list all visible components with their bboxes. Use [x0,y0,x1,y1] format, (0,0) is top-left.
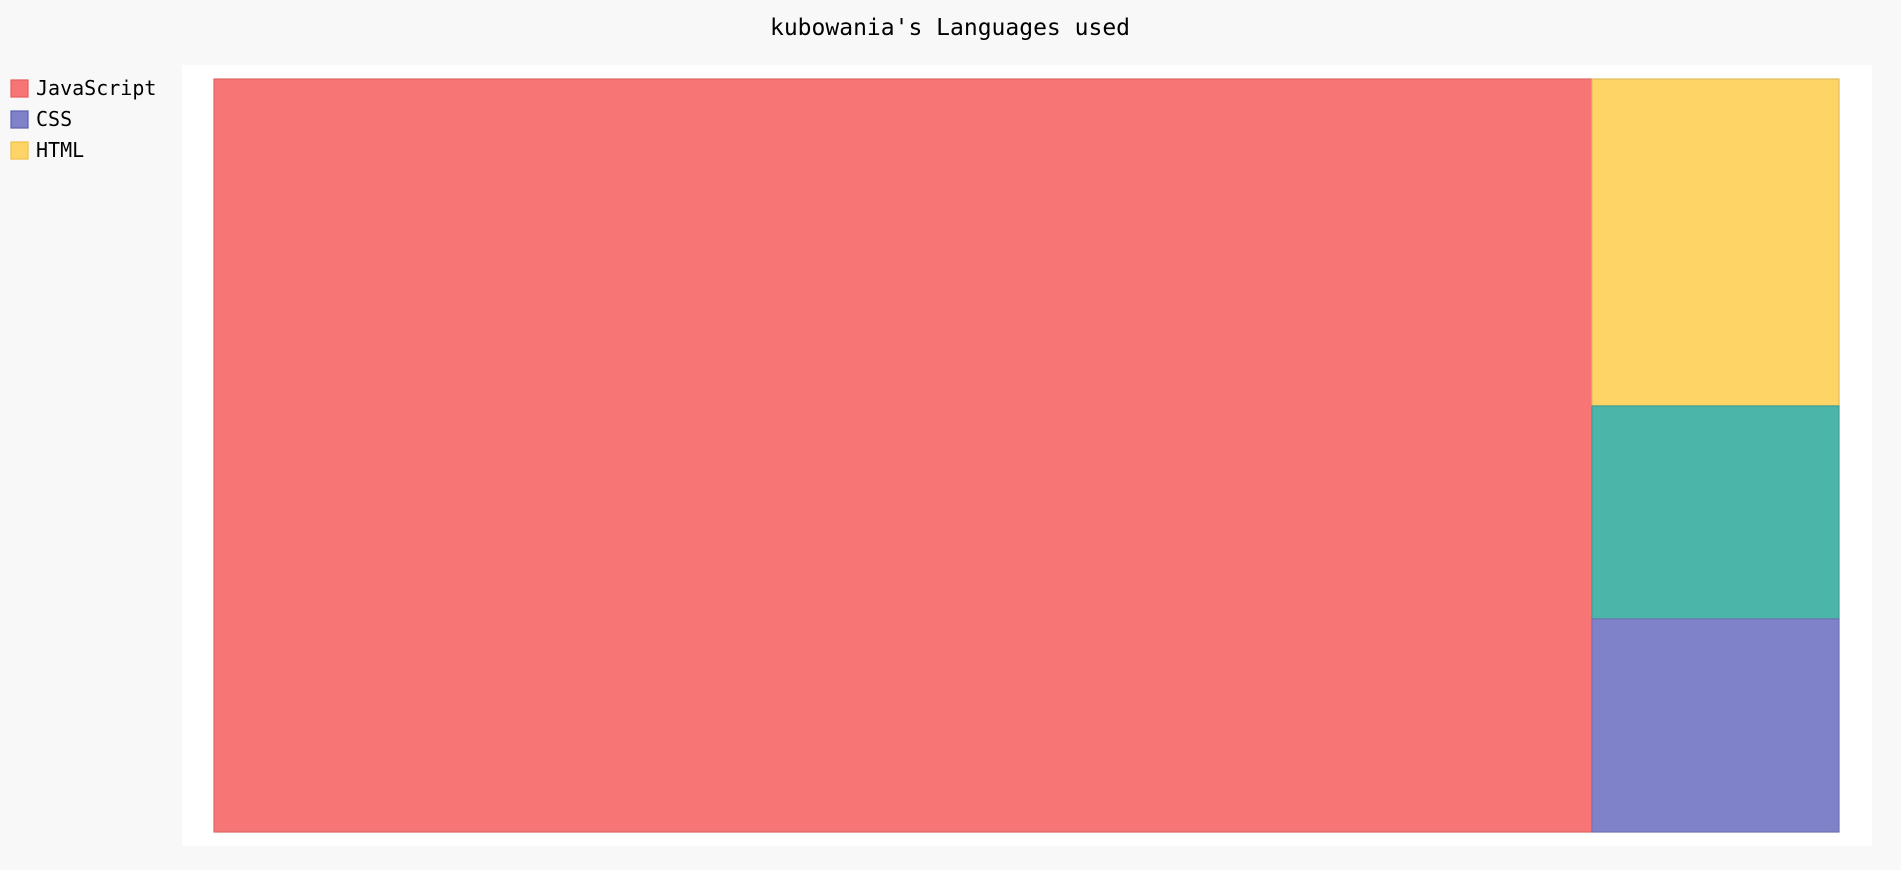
chart-title: kubowania's Languages used [770,15,1130,41]
legend-swatch-html [10,141,29,160]
treemap-cell-4 [1591,618,1840,833]
treemap-cell-1 [213,78,1593,833]
legend-label-html: HTML [36,138,84,162]
legend-swatch-javascript [10,79,29,98]
treemap-cell-3 [1591,405,1840,620]
treemap-cell-2 [1591,78,1840,407]
legend-label-javascript: JavaScript [36,76,156,100]
treemap-chart: kubowania's Languages used JavaScript CS… [0,0,1901,870]
legend-swatch-css [10,110,29,129]
treemap-cells [213,78,1840,833]
legend-label-css: CSS [36,107,72,131]
